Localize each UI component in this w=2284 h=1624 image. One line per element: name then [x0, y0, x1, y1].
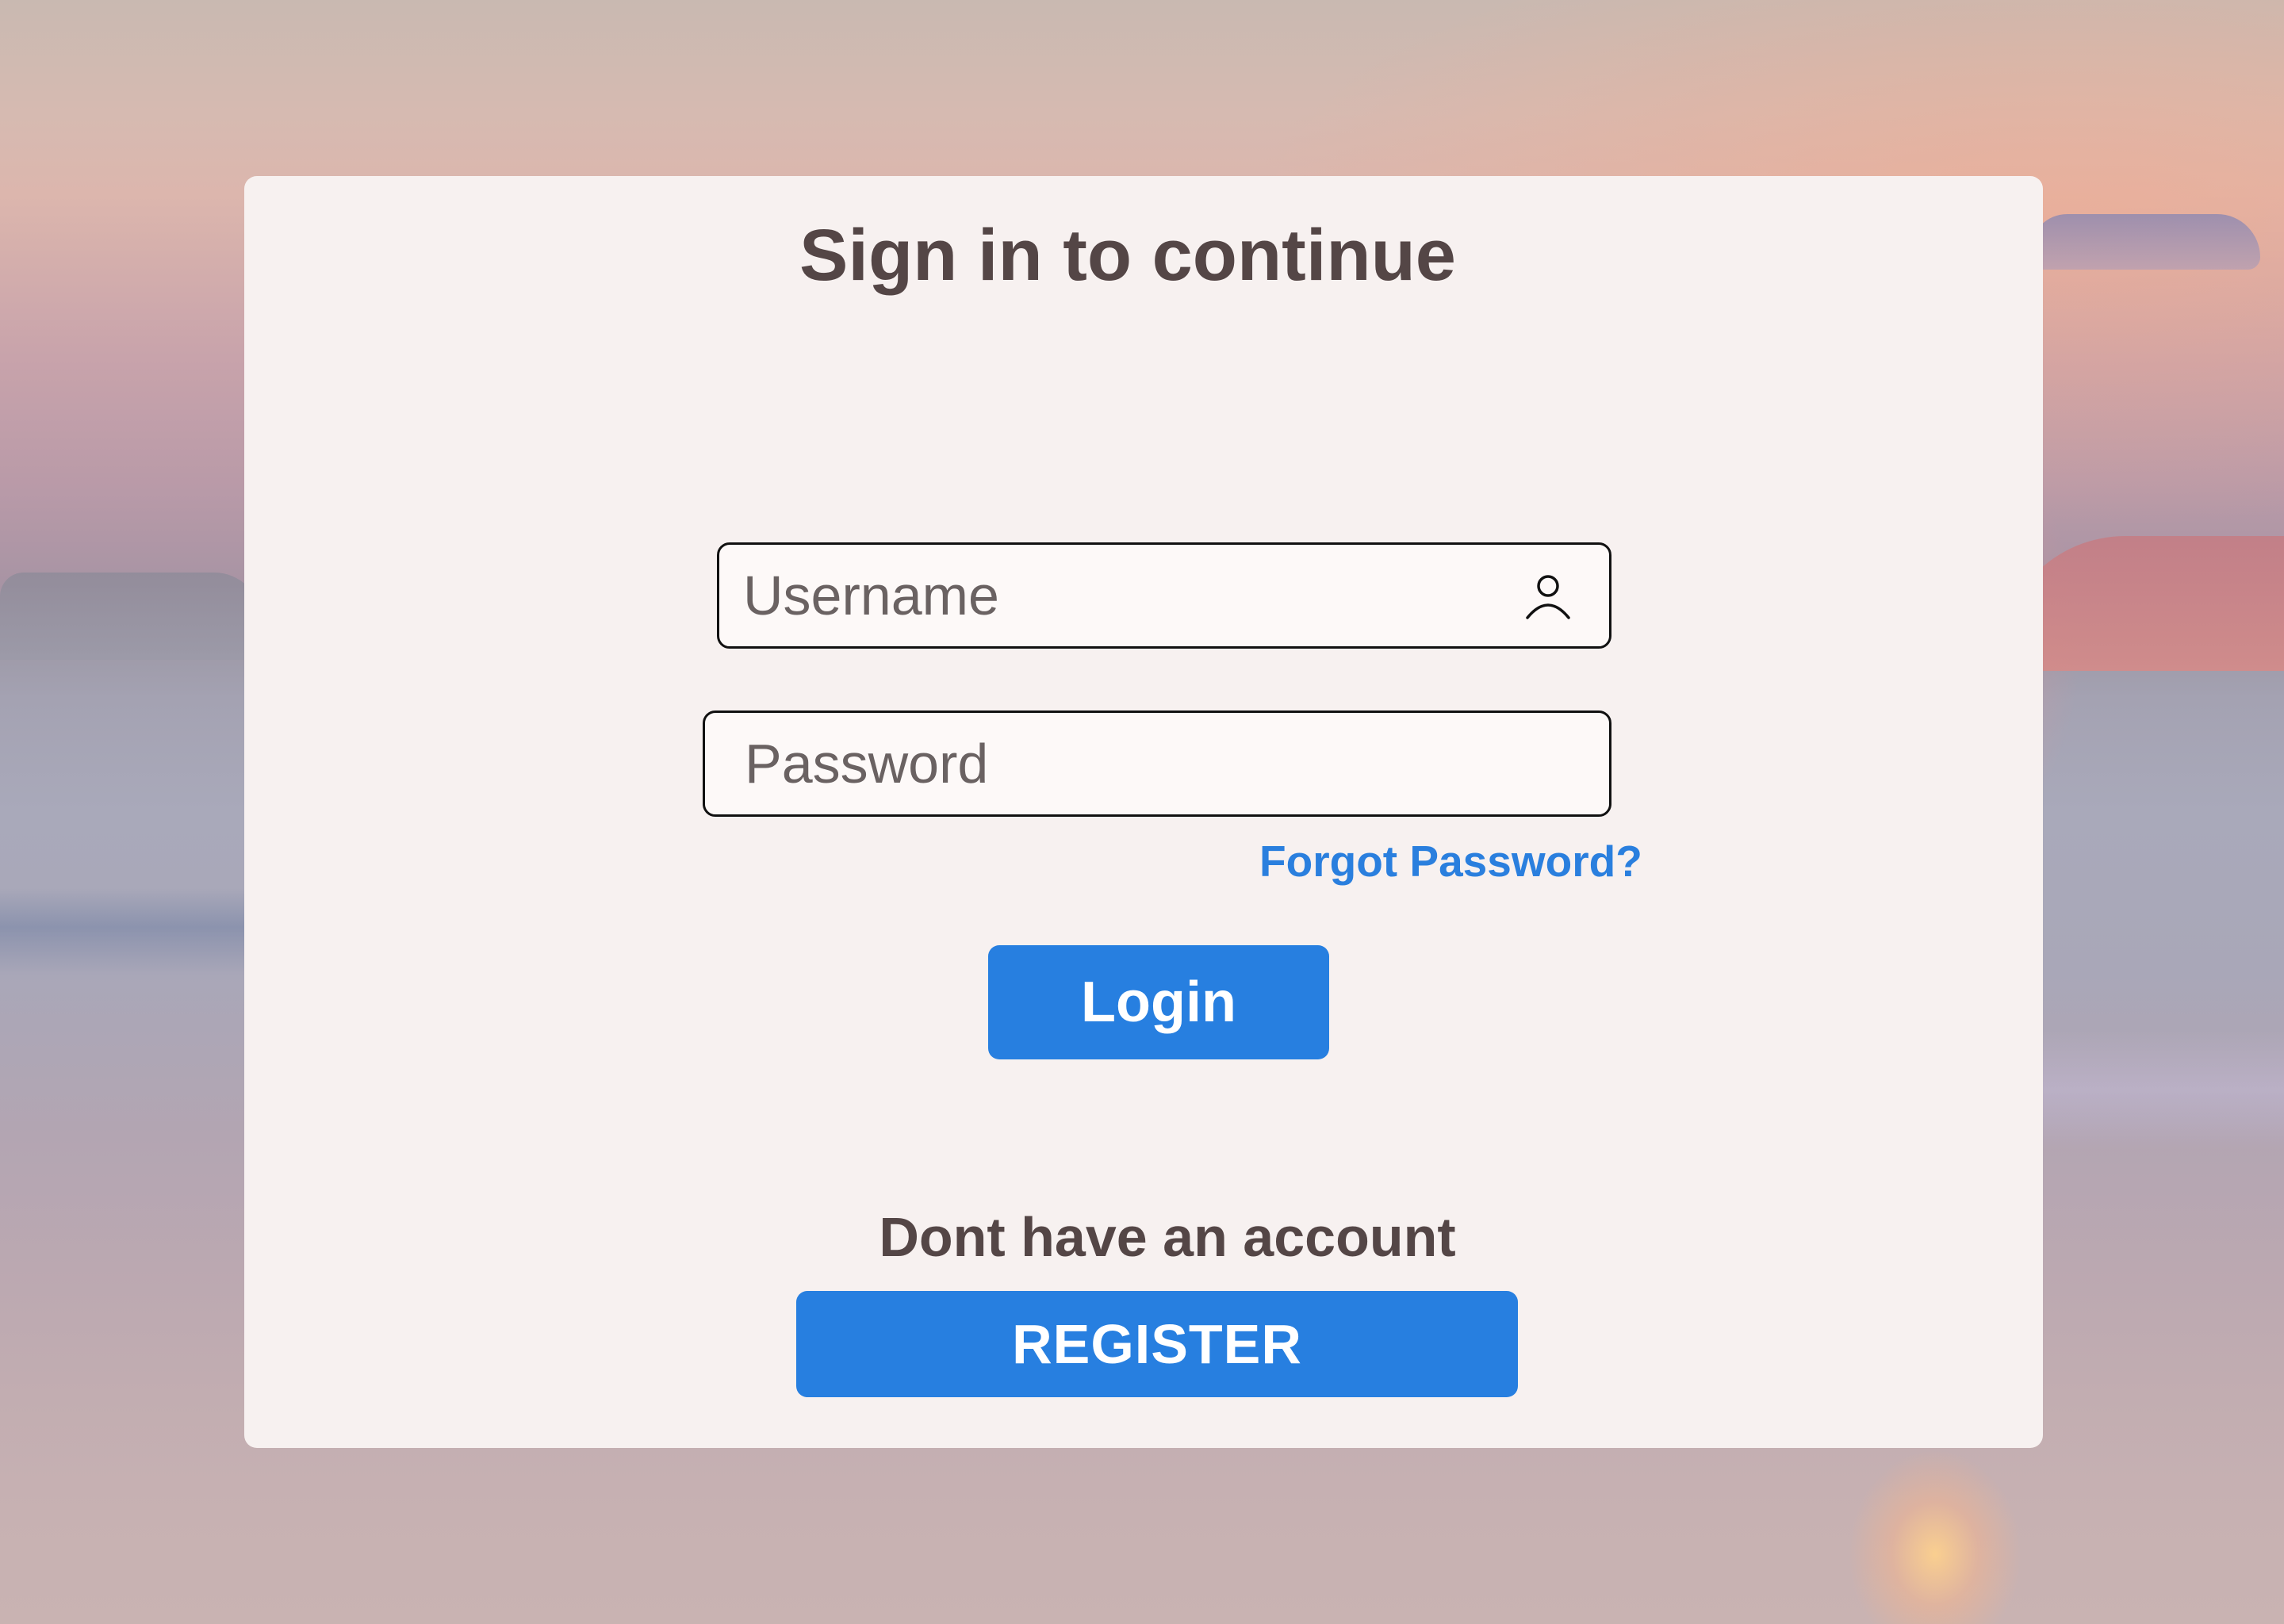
page-title: Sign in to continue [799, 215, 1456, 296]
sign-in-card: Sign in to continue Forgot Password? Log… [244, 176, 2043, 1448]
forgot-password-link[interactable]: Forgot Password? [1259, 836, 1642, 887]
username-field [717, 542, 1611, 649]
login-button[interactable]: Login [988, 945, 1329, 1059]
user-icon [1523, 572, 1573, 621]
background-headland-left [0, 573, 262, 660]
register-button[interactable]: REGISTER [796, 1291, 1518, 1397]
background-wave-left [0, 888, 262, 975]
background-cloud [2030, 214, 2260, 270]
password-input[interactable] [745, 713, 1585, 814]
no-account-text: Dont have an account [879, 1206, 1456, 1268]
password-field [703, 710, 1611, 817]
background-wave-right [2022, 1031, 2284, 1150]
background-sun-reflection [1848, 1450, 2022, 1624]
username-input[interactable] [743, 545, 1506, 646]
